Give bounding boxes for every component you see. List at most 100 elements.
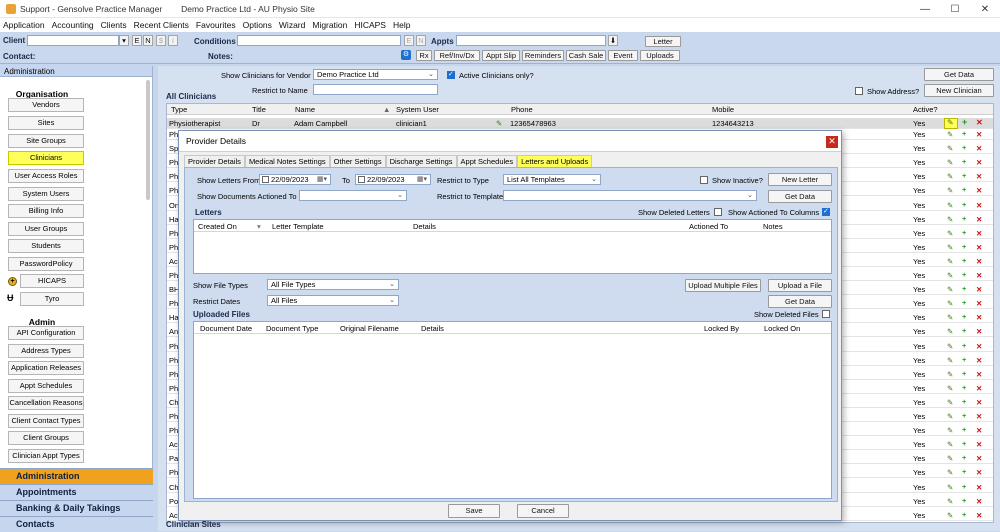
edit-row-icon[interactable]: ✎: [947, 497, 953, 506]
rx-button[interactable]: Rx: [416, 50, 432, 61]
col-created-on[interactable]: Created On: [198, 222, 237, 231]
edit-row-icon[interactable]: ✎: [947, 201, 953, 210]
add-row-icon[interactable]: +: [962, 439, 966, 448]
conditions-n-button[interactable]: N: [416, 35, 426, 46]
client-info-button[interactable]: i: [168, 35, 178, 46]
appt-slip-button[interactable]: Appt Slip: [482, 50, 520, 61]
menu-clients[interactable]: Clients: [101, 20, 127, 30]
add-row-icon[interactable]: +: [962, 397, 966, 406]
appts-input[interactable]: [456, 35, 606, 46]
left-panel-scrollbar[interactable]: [146, 80, 150, 200]
restrict-template-select[interactable]: ⌄: [503, 190, 757, 201]
sidebar-item-application-releases[interactable]: Application Releases: [8, 361, 84, 375]
edit-row-icon[interactable]: ✎: [947, 257, 953, 266]
delete-row-icon[interactable]: ✕: [976, 440, 982, 449]
delete-row-icon[interactable]: ✕: [976, 398, 982, 407]
edit-row-icon[interactable]: ✎: [947, 370, 953, 379]
client-input[interactable]: [27, 35, 119, 46]
add-row-icon[interactable]: +: [962, 171, 966, 180]
edit-row-icon[interactable]: ✎: [947, 327, 953, 336]
add-row-icon[interactable]: +: [962, 355, 966, 364]
delete-row-icon[interactable]: ✕: [976, 468, 982, 477]
edit-row-icon[interactable]: ✎: [947, 454, 953, 463]
edit-row-icon[interactable]: ✎: [947, 130, 953, 139]
add-row-icon[interactable]: +: [962, 200, 966, 209]
notes-settings-icon[interactable]: ⚙: [401, 50, 411, 60]
edit-row-icon[interactable]: ✎: [947, 384, 953, 393]
add-row-icon[interactable]: +: [962, 270, 966, 279]
delete-row-icon[interactable]: ✕: [976, 327, 982, 336]
add-row-icon[interactable]: +: [962, 326, 966, 335]
delete-row-icon[interactable]: ✕: [976, 412, 982, 421]
show-deleted-letters-checkbox[interactable]: [714, 208, 722, 216]
reminders-button[interactable]: Reminders: [522, 50, 564, 61]
delete-row-icon[interactable]: ✕: [976, 130, 982, 139]
col-actioned-to[interactable]: Actioned To: [689, 222, 728, 231]
edit-row-icon[interactable]: ✎: [947, 342, 953, 351]
letters-get-data-button[interactable]: Get Data: [768, 190, 832, 203]
sidebar-item-api-configuration[interactable]: API Configuration: [8, 326, 84, 340]
client-n-button[interactable]: N: [143, 35, 153, 46]
edit-row-icon[interactable]: ✎: [947, 118, 954, 127]
edit-row-icon[interactable]: ✎: [947, 158, 953, 167]
delete-row-icon[interactable]: ✕: [976, 483, 982, 492]
letters-list[interactable]: Created On ▾ Letter Template Details Act…: [193, 219, 832, 274]
delete-row-icon[interactable]: ✕: [976, 158, 982, 167]
restrict-dates-select[interactable]: All Files ⌄: [267, 295, 399, 306]
delete-row-icon[interactable]: ✕: [976, 172, 982, 181]
get-data-button[interactable]: Get Data: [924, 68, 994, 81]
sidebar-item-address-types[interactable]: Address Types: [8, 344, 84, 358]
delete-row-icon[interactable]: ✕: [976, 271, 982, 280]
upload-multiple-button[interactable]: Upload Multiple Files: [685, 279, 761, 292]
add-row-icon[interactable]: +: [962, 298, 966, 307]
sidebar-item-cancellation-reasons[interactable]: Cancellation Reasons: [8, 396, 84, 410]
col-title[interactable]: Title: [252, 105, 266, 114]
sidebar-item-user-access-roles[interactable]: User Access Roles: [8, 169, 84, 183]
sidebar-item-user-groups[interactable]: User Groups: [8, 222, 84, 236]
nav-banking-daily-takings[interactable]: Banking & Daily Takings: [0, 500, 153, 516]
delete-row-icon[interactable]: ✕: [976, 511, 982, 520]
col-system-user[interactable]: System User: [396, 105, 439, 114]
delete-row-icon[interactable]: ✕: [976, 342, 982, 351]
date-from-checkbox[interactable]: [262, 176, 269, 183]
new-letter-button[interactable]: New Letter: [768, 173, 832, 186]
menu-hicaps[interactable]: HICAPS: [354, 20, 386, 30]
vendor-select[interactable]: Demo Practice Ltd ⌄: [313, 69, 438, 80]
add-row-icon[interactable]: +: [962, 214, 966, 223]
delete-row-icon[interactable]: ✕: [976, 229, 982, 238]
client-dollar-button[interactable]: $: [156, 35, 166, 46]
delete-row-icon[interactable]: ✕: [976, 144, 982, 153]
uploads-button[interactable]: Uploads: [640, 50, 680, 61]
edit-row-icon[interactable]: ✎: [947, 440, 953, 449]
add-row-icon[interactable]: +: [962, 157, 966, 166]
restrict-type-select[interactable]: List All Templates ⌄: [503, 174, 601, 185]
delete-row-icon[interactable]: ✕: [976, 313, 982, 322]
add-row-icon[interactable]: +: [962, 284, 966, 293]
sidebar-item-clinicians[interactable]: Clinicians: [8, 151, 84, 165]
delete-row-icon[interactable]: ✕: [976, 384, 982, 393]
add-row-icon[interactable]: +: [962, 510, 966, 519]
delete-row-icon[interactable]: ✕: [976, 454, 982, 463]
add-row-icon[interactable]: +: [962, 129, 966, 138]
active-only-checkbox[interactable]: [447, 70, 455, 79]
conditions-input[interactable]: [237, 35, 401, 46]
sidebar-item-clinician-appt-types[interactable]: Clinician Appt Types: [8, 449, 84, 463]
sidebar-item-vendors[interactable]: Vendors: [8, 98, 84, 112]
add-row-icon[interactable]: +: [962, 482, 966, 491]
edit-row-icon[interactable]: ✎: [947, 285, 953, 294]
nav-contacts[interactable]: Contacts: [0, 516, 153, 532]
edit-row-icon[interactable]: ✎: [947, 215, 953, 224]
add-row-icon[interactable]: +: [962, 496, 966, 505]
menu-help[interactable]: Help: [393, 20, 410, 30]
date-to-checkbox[interactable]: [358, 176, 365, 183]
edit-row-icon[interactable]: ✎: [947, 144, 953, 153]
tab-other-settings[interactable]: Other Settings: [329, 155, 386, 167]
show-deleted-files-checkbox[interactable]: [822, 310, 830, 318]
tab-provider-details[interactable]: Provider Details: [184, 155, 245, 167]
sidebar-item-appt-schedules[interactable]: Appt Schedules: [8, 379, 84, 393]
delete-row-icon[interactable]: ✕: [976, 285, 982, 294]
ref-inv-dx-button[interactable]: Ref/Inv/Dx: [434, 50, 480, 61]
col-name[interactable]: Name: [295, 105, 315, 114]
col-locked-on[interactable]: Locked On: [764, 324, 800, 333]
delete-row-icon[interactable]: ✕: [976, 118, 983, 127]
